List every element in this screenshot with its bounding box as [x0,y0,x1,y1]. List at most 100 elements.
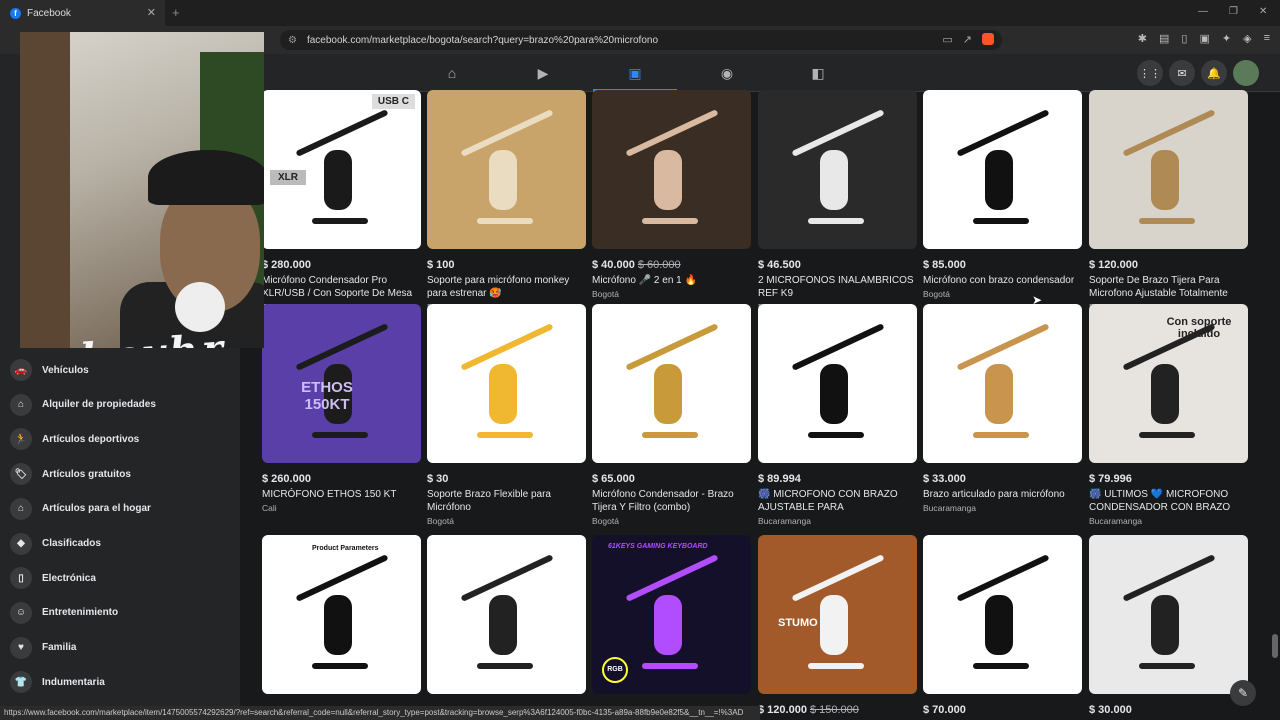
maximize-icon[interactable]: ❐ [1229,6,1238,17]
listing-image[interactable] [427,535,586,694]
listing-card[interactable]: ETHOS 150KT $ 260.000 MICRÓFONO ETHOS 150 … [262,304,421,513]
listing-title[interactable]: Micrófono Condensador - Brazo Tijera Y F… [592,488,751,514]
listing-card[interactable]: $ 30.000 [1089,535,1248,716]
listing-image[interactable]: 61KEYS GAMING KEYBOARD RGB [592,535,751,694]
sidebar-item[interactable]: 🏃 Artículos deportivos [10,424,139,454]
listing-image[interactable] [427,90,586,249]
listing-title[interactable]: Brazo articulado para micrófono [923,488,1082,501]
listing-price: $ 40.000 $ 60.000 [592,259,681,271]
wallet-icon[interactable]: ▣ [1199,32,1209,45]
thumbnail-text: STUMO [778,617,818,629]
compose-icon[interactable]: ✎ [1230,680,1256,706]
gaming-icon[interactable]: ◧ [808,63,828,83]
thumbnail-text: RGB [602,657,628,683]
listing-image[interactable] [1089,535,1248,694]
listing-card[interactable]: $ 40.000 $ 60.000 Micrófono 🎤 2 en 1 🔥 Bogo… [592,90,751,299]
listing-image[interactable] [923,535,1082,694]
listing-card[interactable]: 61KEYS GAMING KEYBOARD RGB [592,535,751,704]
listing-title[interactable]: 🎆 MICROFONO CON BRAZO AJUSTABLE PARA COM… [758,488,917,514]
listing-image[interactable] [592,304,751,463]
listing-title[interactable]: Soporte para micrófono monkey para estre… [427,274,586,300]
sidebar-item-label: Artículos deportivos [42,433,140,445]
marketplace-icon[interactable]: ▣ [625,63,645,83]
listing-card[interactable]: Product Parameters [262,535,421,704]
cast-icon[interactable]: ▭ [942,33,952,46]
sidebar-item[interactable]: ◆ Clasificados [10,529,101,559]
listing-image[interactable]: USB C XLR [262,90,421,249]
site-info-icon[interactable]: ⚙ [288,35,297,46]
leo-icon[interactable]: ✦ [1222,32,1231,45]
listing-title[interactable]: Micrófono Condensador Pro XLR/USB / Con … [262,274,421,300]
sidebar-item[interactable]: 🏷 Artículos gratuitos [10,459,131,489]
sidebar-item[interactable]: ⌂ Artículos para el hogar [10,494,151,524]
listing-image[interactable]: Product Parameters [262,535,421,694]
listing-card[interactable]: $ 70.000 [923,535,1082,716]
listing-card[interactable]: Con soporte incluido $ 79.996 🎆 ULTIMOS 💙 … [1089,304,1248,526]
listing-location: Bucaramanga [923,503,976,513]
sidebar-item-label: Artículos gratuitos [42,468,131,480]
listing-image[interactable] [923,304,1082,463]
brave-shields-icon[interactable] [982,33,994,45]
new-tab-icon[interactable]: + [172,5,180,20]
listing-title[interactable]: Micrófono 🎤 2 en 1 🔥 [592,274,751,287]
groups-icon[interactable]: ◉ [717,63,737,83]
sidebar-item[interactable]: ▯ Electrónica [10,563,96,593]
messenger-icon[interactable]: ✉ [1169,60,1195,86]
listing-card[interactable]: $ 33.000 Brazo articulado para micrófono B… [923,304,1082,513]
listing-image[interactable] [1089,90,1248,249]
listing-image[interactable]: Con soporte incluido [1089,304,1248,463]
listing-image[interactable]: STUMO [758,535,917,694]
browser-tab[interactable]: f Facebook ✕ [0,0,165,26]
menu-grid-icon[interactable]: ⋮⋮ [1137,60,1163,86]
notifications-icon[interactable]: 🔔 [1201,60,1227,86]
listing-title[interactable]: Soporte De Brazo Tijera Para Microfono A… [1089,274,1248,300]
listing-title[interactable]: MICRÓFONO ETHOS 150 KT [262,488,421,501]
menu-icon[interactable]: ≡ [1264,32,1270,45]
home-icon[interactable]: ⌂ [442,63,462,83]
listing-card[interactable]: $ 65.000 Micrófono Condensador - Brazo Ti… [592,304,751,526]
listing-card[interactable] [427,535,586,704]
listing-old-price: $ 60.000 [637,259,681,271]
listing-card[interactable]: $ 89.994 🎆 MICROFONO CON BRAZO AJUSTABLE … [758,304,917,526]
listing-image[interactable] [758,304,917,463]
listing-card[interactable]: USB C XLR $ 280.000 Micrófono Condensador P… [262,90,421,312]
listing-card[interactable]: $ 46.500 2 MICROFONOS INALAMBRICOS REF K9… [758,90,917,312]
listing-title[interactable]: 🎆 ULTIMOS 💙 MICROFONO CONDENSADOR CON BR… [1089,488,1248,514]
sidebar-toggle-icon[interactable]: ▯ [1181,32,1187,45]
vpn-icon[interactable]: ◈ [1243,32,1251,45]
listing-image[interactable] [592,90,751,249]
listing-card[interactable]: $ 100 Soporte para micrófono monkey para … [427,90,586,312]
reader-icon[interactable]: ▤ [1159,32,1169,45]
listing-title[interactable]: Micrófono con brazo condensador [923,274,1082,287]
listing-image[interactable]: ETHOS 150KT [262,304,421,463]
sidebar-item[interactable]: ⌂ Alquiler de propiedades [10,390,156,420]
listing-card[interactable]: STUMO $ 120.000 $ 150.000 [758,535,917,716]
listing-title[interactable]: 2 MICROFONOS INALAMBRICOS REF K9 [758,274,917,300]
listing-image[interactable] [427,304,586,463]
address-bar[interactable]: ⚙ facebook.com/marketplace/bogota/search… [280,30,1002,50]
scrollbar[interactable] [1272,634,1278,658]
listing-card[interactable]: $ 120.000 Soporte De Brazo Tijera Para Mi… [1089,90,1248,312]
listing-card[interactable]: $ 30 Soporte Brazo Flexible para Micrófon… [427,304,586,526]
listing-image[interactable] [758,90,917,249]
minimize-icon[interactable]: — [1198,6,1208,17]
sidebar-item[interactable]: ♥ Familia [10,633,76,663]
profile-avatar[interactable] [1233,60,1259,86]
listing-price: $ 65.000 [592,473,635,485]
extensions-icon[interactable]: ✱ [1138,32,1147,45]
facebook-navbar: ⌂ ▶ ▣ ◉ ◧ ⋮⋮ ✉ 🔔 [240,54,1280,92]
share-icon[interactable]: ↗ [963,33,972,46]
status-url: https://www.facebook.com/marketplace/ite… [0,706,760,720]
window-close-icon[interactable]: ✕ [1259,6,1267,17]
listing-image[interactable] [923,90,1082,249]
thumbnail-text: Product Parameters [312,545,379,552]
video-icon[interactable]: ▶ [533,63,553,83]
sidebar-item[interactable]: 🚗 Vehículos [10,355,89,385]
listing-card[interactable]: $ 85.000 Micrófono con brazo condensador B… [923,90,1082,299]
sidebar-item[interactable]: 👕 Indumentaria [10,667,105,697]
listing-title[interactable]: Soporte Brazo Flexible para Micrófono [427,488,586,514]
sidebar-item[interactable]: ☺ Entretenimiento [10,598,118,628]
listing-price: $ 70.000 [923,704,966,716]
tab-close-icon[interactable]: ✕ [147,6,156,19]
listing-location: Bogotá [592,516,619,526]
